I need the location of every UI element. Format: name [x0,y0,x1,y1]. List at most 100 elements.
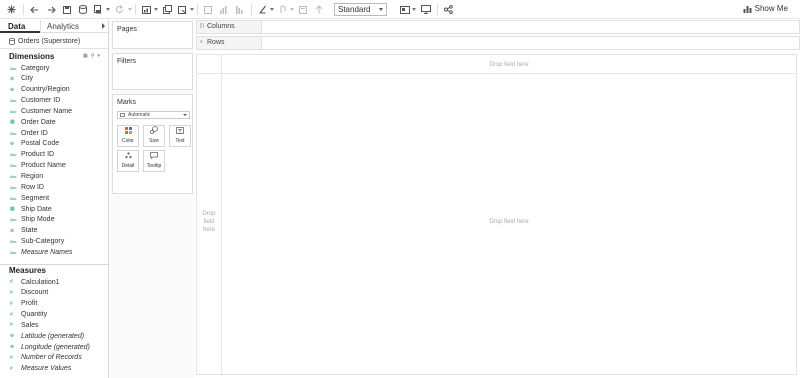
field-label: Customer Name [21,107,72,115]
field-item[interactable]: Abc Row ID [10,182,44,192]
filters-card[interactable]: Filters [112,53,193,90]
field-label: Product ID [21,151,55,159]
swap-icon[interactable] [203,3,213,16]
field-item[interactable]: # Profit [10,299,37,309]
size-button[interactable]: Size [143,125,165,147]
field-item[interactable]: # Discount [10,288,48,298]
number-type-icon: # [10,311,13,318]
columns-shelf[interactable]: ||| Columns [196,20,800,34]
field-label: Discount [21,289,49,297]
field-item[interactable]: Abc Ship Mode [10,215,54,225]
field-item[interactable]: Abc Segment [10,193,49,203]
string-type-icon: Abc [10,152,17,158]
globe-icon: ⊕ [10,333,15,340]
share-icon[interactable] [442,3,454,16]
search-icon[interactable]: ⚲ [91,53,95,59]
field-item[interactable]: # Number of Records [10,353,82,363]
field-item[interactable]: ⊕ State [10,226,37,236]
field-item[interactable]: ⊕ Longitude (generated) [10,342,90,352]
text-button[interactable]: Text [169,125,191,147]
view-mode-value: Standard [338,5,371,14]
clear-icon[interactable] [176,3,188,16]
refresh-icon[interactable] [113,3,125,16]
tab-data[interactable]: Data [8,22,25,31]
view-mode-select[interactable]: Standard [334,3,387,16]
field-item[interactable]: # Sales [10,320,39,330]
detail-button[interactable]: Detail [117,150,139,172]
mark-type-select[interactable]: Automatic [117,111,190,119]
marks-title: Marks [117,99,137,106]
field-item[interactable]: Abc Customer Name [10,106,72,116]
field-label: Country/Region [21,86,70,94]
field-item[interactable]: ⊕ City [10,74,33,84]
save-icon[interactable] [61,3,73,16]
view-options-icon[interactable]: ▦ [83,53,88,59]
field-item[interactable]: # Measure Values [10,364,71,374]
datasource-item[interactable]: Orders (Superstore) [9,38,80,45]
collapse-arrow-icon[interactable] [102,23,105,29]
field-item[interactable]: # Quantity [10,310,47,320]
field-item[interactable]: Abc Customer ID [10,96,60,106]
field-label: Row ID [21,183,44,191]
field-item[interactable]: ▦ Ship Date [10,204,52,214]
field-label: Longitude (generated) [21,343,90,351]
rows-icon: ≡ [200,39,203,45]
menu-caret-icon[interactable]: ▾ [97,53,100,59]
undo-icon[interactable] [28,3,40,16]
field-label: Measure Names [21,248,73,256]
number-type-icon: # [10,322,13,329]
pause-icon[interactable] [93,3,103,16]
show-me-button[interactable]: Show Me [743,4,788,13]
drop-zone-columns[interactable]: Drop field here [222,62,796,68]
chevron-down-icon [183,114,187,116]
fix-axes-icon[interactable] [314,3,324,16]
field-item[interactable]: Abc Product ID [10,150,54,160]
rows-shelf[interactable]: ≡ Rows [196,36,800,50]
color-icon [124,127,132,136]
dimensions-heading: Dimensions [9,52,55,61]
field-item[interactable]: Abc Measure Names [10,247,72,257]
card-icon[interactable] [399,3,411,16]
string-type-icon: Abc [10,65,17,71]
new-worksheet-icon[interactable] [140,3,152,16]
sort-asc-icon[interactable] [218,3,228,16]
drop-zone-center[interactable]: Drop field here [222,219,796,225]
field-item[interactable]: Abc Sub-Category [10,237,64,247]
field-label: Customer ID [21,97,61,105]
sort-desc-icon[interactable] [234,3,244,16]
tooltip-button[interactable]: Tooltip [143,150,165,172]
viz-canvas[interactable]: Drop field here Drop field here Drop fie… [196,54,797,375]
pages-card[interactable]: Pages [112,21,193,49]
highlight-icon[interactable] [258,3,268,16]
globe-icon: ⊕ [10,227,15,234]
field-item[interactable]: ⊕ Latitude (generated) [10,331,84,341]
new-datasource-icon[interactable] [77,3,89,16]
field-item[interactable]: ⊕ Postal Code [10,139,59,149]
presentation-icon[interactable] [420,3,432,16]
group-icon[interactable] [278,3,288,16]
color-button[interactable]: Color [117,125,139,147]
field-label: Category [21,64,50,72]
duplicate-icon[interactable] [161,3,173,16]
rows-shelf-label: ≡ Rows [197,37,262,49]
chevron-down-icon [379,8,383,11]
string-type-icon: Abc [10,217,17,223]
string-type-icon: Abc [10,239,17,245]
field-item[interactable]: Abc Product Name [10,161,66,171]
field-label: Measure Values [21,365,72,373]
field-item[interactable]: Abc Category [10,63,49,73]
drop-zone-rows[interactable]: Drop field here [197,210,221,234]
text-icon [176,127,184,136]
field-item[interactable]: ▦ Order Date [10,117,56,127]
field-item[interactable]: Abc Order ID [10,128,48,138]
field-item[interactable]: Abc Region [10,172,43,182]
drop-zone-rows-line: field [203,219,215,225]
tableau-logo-icon[interactable] [5,3,17,16]
field-item[interactable]: # Calculation1 [10,277,60,287]
calendar-icon: ▦ [10,206,15,213]
string-type-icon: Abc [10,174,17,179]
field-item[interactable]: ⊕ Country/Region [10,85,70,95]
label-icon[interactable] [298,3,308,16]
redo-icon[interactable] [45,3,57,16]
tab-analytics[interactable]: Analytics [47,22,79,31]
